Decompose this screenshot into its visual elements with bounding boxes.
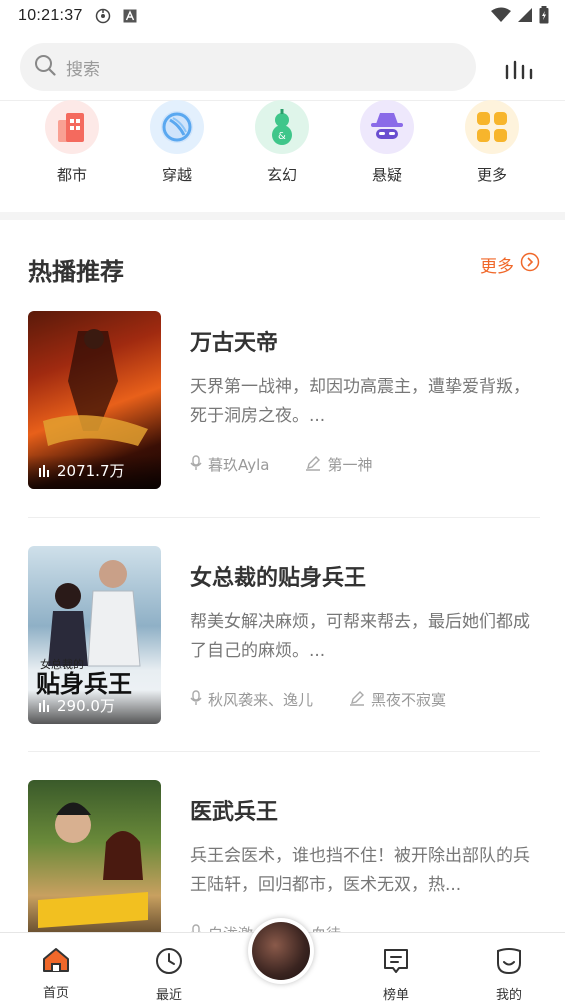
book-info: 女总裁的贴身兵王 帮美女解决麻烦，可帮来帮去，最后她们都成了自己的麻烦。... …	[190, 546, 540, 710]
more-button[interactable]: 更多	[480, 252, 540, 277]
detective-icon	[360, 100, 414, 154]
search-placeholder: 搜索	[66, 59, 100, 80]
category-label: 玄幻	[266, 166, 297, 184]
category-grid: 都市 穿越 & 玄幻 悬疑 更多	[0, 100, 565, 208]
category-urban[interactable]: 都市	[32, 100, 112, 185]
bars-icon	[38, 698, 52, 716]
building-icon	[45, 100, 99, 154]
book-description: 帮美女解决麻烦，可帮来帮去，最后她们都成了自己的麻烦。...	[190, 612, 530, 661]
author-name: 第一神	[327, 456, 373, 474]
category-timetravel[interactable]: 穿越	[137, 100, 217, 185]
profile-face-icon	[495, 947, 523, 979]
book-cover[interactable]: 女总裁的 贴身兵王 290.0万	[28, 546, 161, 724]
book-title: 女总裁的贴身兵王	[190, 566, 367, 591]
tab-label: 榜单	[382, 988, 409, 1003]
author-name: 黑夜不寂寞	[371, 691, 447, 709]
svg-text:女总裁的: 女总裁的	[40, 657, 84, 671]
narrator-name: 暮玖Ayla	[208, 456, 270, 474]
rank-chat-icon	[382, 947, 410, 979]
category-fantasy[interactable]: & 玄幻	[242, 100, 322, 185]
book-card[interactable]: 女总裁的 贴身兵王 290.0万 女总裁的贴身兵王 帮美女解决麻烦，可帮来帮去，…	[28, 546, 540, 724]
book-info: 万古天帝 天界第一战神，却因功高震主，遭挚爱背叛，死于洞房之夜。... 暮玖Ay…	[190, 311, 540, 475]
category-label: 悬疑	[371, 166, 402, 184]
grid-more-icon	[465, 100, 519, 154]
tab-rank[interactable]: 榜单	[366, 947, 426, 1003]
gourd-icon: &	[255, 100, 309, 154]
battery-icon	[539, 6, 549, 28]
now-playing-disc[interactable]	[248, 918, 314, 984]
microphone-icon	[190, 689, 202, 710]
tab-label: 最近	[155, 988, 182, 1003]
more-label: 更多	[480, 257, 514, 277]
svg-text:&: &	[278, 131, 286, 142]
tab-home[interactable]: 首页	[26, 947, 86, 1001]
book-card[interactable]: 2071.7万 万古天帝 天界第一战神，却因功高震主，遭挚爱背叛，死于洞房之夜。…	[28, 311, 540, 489]
hot-section-header: 热播推荐 更多	[28, 248, 540, 288]
media-icon	[95, 8, 111, 24]
play-count-value: 290.0万	[57, 697, 115, 715]
bars-icon	[38, 463, 52, 481]
signal-icon	[517, 7, 533, 27]
category-label: 穿越	[161, 166, 192, 184]
play-count: 2071.7万	[28, 455, 161, 489]
tab-recent[interactable]: 最近	[139, 947, 199, 1003]
book-title: 万古天帝	[190, 331, 279, 356]
tab-label: 我的	[495, 988, 522, 1003]
book-cover[interactable]: 2071.7万	[28, 311, 161, 489]
book-description: 兵王会医术，谁也挡不住！被开除出部队的兵王陆轩，回归都市，医术无双，热...	[190, 846, 530, 895]
status-time: 10:21:37	[18, 7, 83, 24]
audio-bars-icon[interactable]	[505, 60, 535, 82]
search-input[interactable]: 搜索	[20, 43, 476, 91]
chevron-right-circle-icon	[520, 252, 540, 277]
pen-icon	[349, 690, 365, 710]
wifi-icon	[491, 7, 511, 27]
book-title: 医武兵王	[190, 800, 279, 825]
status-bar: 10:21:37	[0, 0, 565, 32]
category-label: 更多	[476, 166, 507, 184]
category-more[interactable]: 更多	[452, 100, 532, 185]
book-info: 医武兵王 兵王会医术，谁也挡不住！被开除出部队的兵王陆轩，回归都市，医术无双，热…	[190, 780, 540, 944]
search-icon	[34, 54, 56, 80]
narrator-name: 秋风袭来、逸儿	[208, 691, 314, 709]
home-icon	[42, 947, 70, 977]
tab-label: 首页	[42, 986, 69, 1001]
now-playing-cover	[252, 922, 310, 980]
book-meta: 暮玖Ayla 第一神	[190, 454, 540, 475]
pen-icon	[305, 455, 321, 475]
row-divider	[28, 517, 540, 518]
search-row: 搜索	[0, 38, 565, 98]
section-separator	[0, 212, 565, 220]
book-meta: 秋风袭来、逸儿 黑夜不寂寞	[190, 689, 540, 710]
portal-icon	[150, 100, 204, 154]
play-count: 290.0万	[28, 690, 161, 724]
category-label: 都市	[56, 166, 87, 184]
section-title: 热播推荐	[28, 258, 124, 286]
book-description: 天界第一战神，却因功高震主，遭挚爱背叛，死于洞房之夜。...	[190, 377, 530, 426]
category-mystery[interactable]: 悬疑	[347, 100, 427, 185]
row-divider	[28, 751, 540, 752]
notification-a-icon	[123, 9, 137, 23]
tab-mine[interactable]: 我的	[479, 947, 539, 1003]
microphone-icon	[190, 454, 202, 475]
play-count-value: 2071.7万	[57, 462, 125, 480]
clock-icon	[155, 947, 183, 979]
